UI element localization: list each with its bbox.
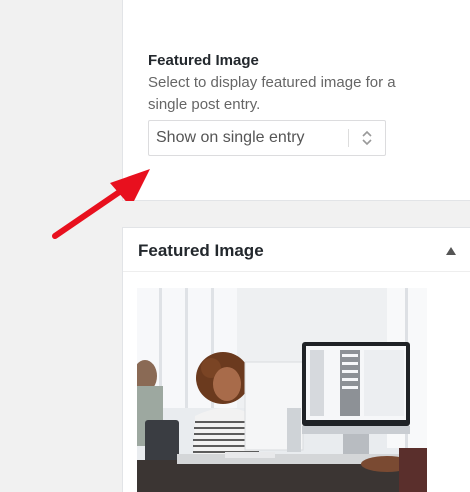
left-sidebar-area xyxy=(0,0,122,492)
featured-image-thumbnail[interactable] xyxy=(137,288,427,492)
updown-chevron-icon xyxy=(362,130,372,146)
metabox-header[interactable]: Featured Image xyxy=(123,228,470,272)
setting-title: Featured Image xyxy=(148,52,259,69)
setting-description: Select to display featured image for a s… xyxy=(148,74,396,113)
triangle-up-icon[interactable] xyxy=(445,246,457,256)
featured-image-select[interactable]: Show on single entry xyxy=(148,120,386,156)
featured-image-metabox: Featured Image xyxy=(122,227,470,492)
select-value: Show on single entry xyxy=(156,129,305,146)
select-divider xyxy=(348,129,349,147)
panel-gap xyxy=(122,201,470,227)
featured-image-setting-panel: Featured Image Select to display feature… xyxy=(122,0,470,201)
metabox-title: Featured Image xyxy=(138,241,264,260)
